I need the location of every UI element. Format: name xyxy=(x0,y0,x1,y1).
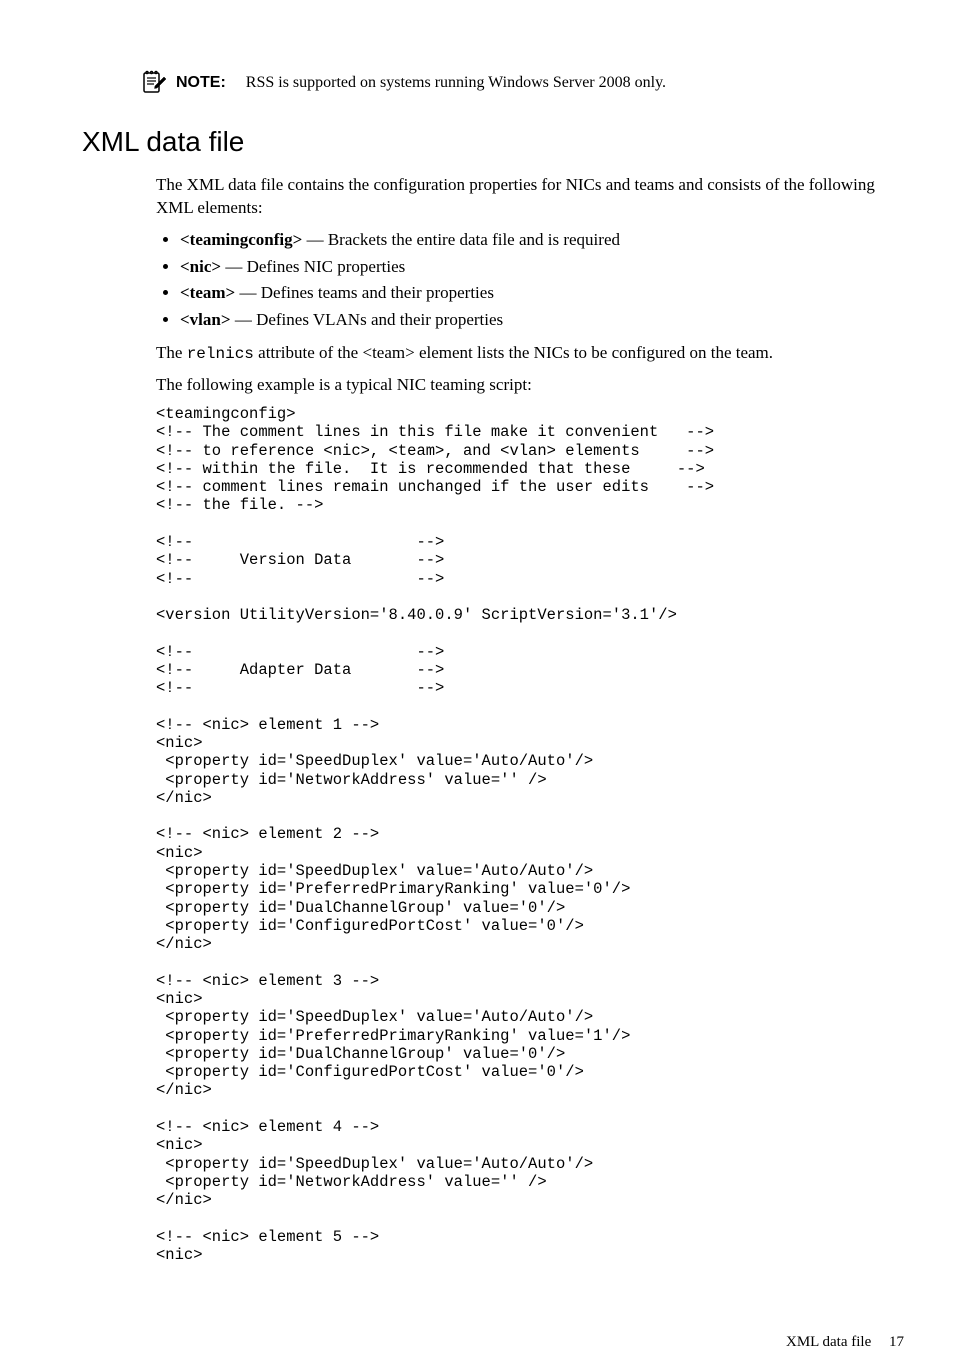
tag-name: <team> xyxy=(180,283,235,302)
list-item: <nic> — Defines NIC properties xyxy=(180,255,894,280)
list-item: <team> — Defines teams and their propert… xyxy=(180,281,894,306)
note-icon xyxy=(140,70,166,96)
footer-page-number: 17 xyxy=(889,1334,904,1350)
code-block: <teamingconfig> <!-- The comment lines i… xyxy=(156,405,894,1264)
tag-desc: — Defines NIC properties xyxy=(221,257,405,276)
tag-name: <nic> xyxy=(180,257,221,276)
tag-name: <vlan> xyxy=(180,310,231,329)
tag-desc: — Defines VLANs and their properties xyxy=(231,310,504,329)
tag-desc: — Brackets the entire data file and is r… xyxy=(302,230,620,249)
list-item: <teamingconfig> — Brackets the entire da… xyxy=(180,228,894,253)
relnics-post: attribute of the <team> element lists th… xyxy=(254,343,773,362)
page-container: NOTE: RSS is supported on systems runnin… xyxy=(0,0,954,1304)
note-label: NOTE: xyxy=(176,74,226,92)
intro-paragraph: The XML data file contains the configura… xyxy=(156,174,894,220)
example-intro: The following example is a typical NIC t… xyxy=(156,374,894,397)
relnics-pre: The xyxy=(156,343,187,362)
footer-label: XML data file xyxy=(786,1334,871,1350)
section-heading: XML data file xyxy=(82,126,904,158)
list-item: <vlan> — Defines VLANs and their propert… xyxy=(180,308,894,333)
content-block: The XML data file contains the configura… xyxy=(156,174,894,1264)
note-block: NOTE: RSS is supported on systems runnin… xyxy=(50,70,904,96)
tag-desc: — Defines teams and their properties xyxy=(235,283,494,302)
relnics-paragraph: The relnics attribute of the <team> elem… xyxy=(156,342,894,366)
page-footer: XML data file 17 xyxy=(0,1334,954,1351)
tag-name: <teamingconfig> xyxy=(180,230,302,249)
bullet-list: <teamingconfig> — Brackets the entire da… xyxy=(156,228,894,333)
note-text: RSS is supported on systems running Wind… xyxy=(246,74,666,92)
relnics-code: relnics xyxy=(187,345,254,363)
